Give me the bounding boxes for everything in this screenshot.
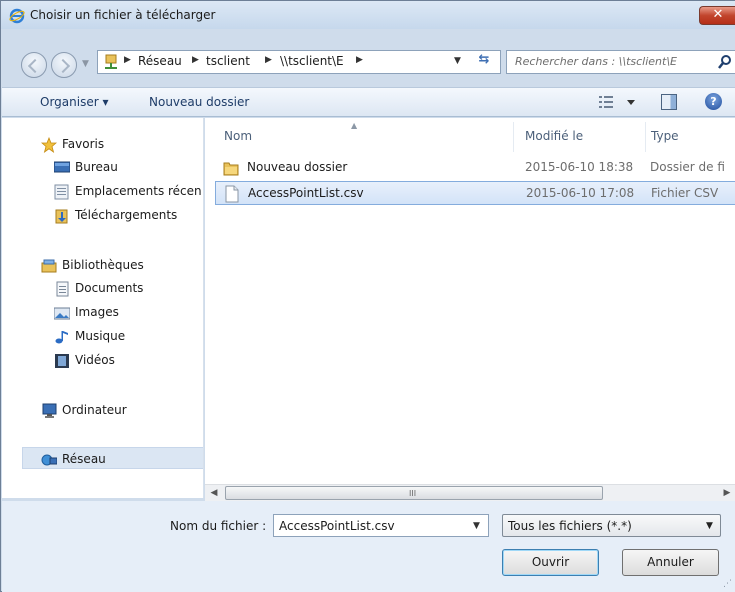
resize-grip-icon[interactable]: ⋰ [723, 579, 732, 589]
filter-value: Tous les fichiers (*.*) [508, 519, 632, 533]
refresh-icon[interactable]: ⇆ [471, 52, 497, 72]
title-bar: Choisir un fichier à télécharger ✕ [1, 1, 735, 29]
file-name: AccessPointList.csv [248, 186, 364, 200]
address-bar[interactable]: ▶ Réseau ▶ tsclient ▶ \\tsclient\E ▶ [97, 50, 501, 74]
scroll-left-arrow[interactable]: ◀ [207, 486, 221, 500]
network-icon [41, 454, 57, 466]
downloads-icon [55, 209, 68, 224]
file-name: Nouveau dossier [247, 160, 348, 174]
file-date: 2015-06-10 17:08 [526, 186, 635, 200]
file-icon [225, 185, 239, 203]
documents-icon [56, 281, 69, 297]
column-header-name[interactable]: Nom [224, 129, 252, 143]
file-dialog-window: Choisir un fichier à télécharger ✕ ▼ ▶ R… [0, 0, 735, 592]
horizontal-scrollbar[interactable]: ◀ III ▶ [205, 484, 735, 501]
file-type: Fichier CSV [651, 186, 719, 200]
open-button[interactable]: Ouvrir [502, 549, 599, 576]
chevron-down-icon: ▼ [706, 521, 713, 531]
table-row[interactable]: Nouveau dossier 2015-06-10 18:38 Dossier… [215, 156, 735, 180]
breadcrumb-reseau[interactable]: Réseau [138, 54, 182, 68]
file-date: 2015-06-10 18:38 [525, 160, 634, 174]
new-folder-button[interactable]: Nouveau dossier [149, 95, 249, 109]
forward-button[interactable] [51, 52, 77, 78]
scroll-thumb-grip: III [409, 489, 417, 498]
breadcrumb-separator[interactable]: ▶ [265, 55, 272, 65]
breadcrumb-separator[interactable]: ▶ [124, 55, 131, 65]
scroll-right-arrow[interactable]: ▶ [720, 486, 734, 500]
ie-icon [9, 8, 25, 24]
breadcrumb-share[interactable]: \\tsclient\E [280, 54, 344, 68]
file-type: Dossier de fi [650, 160, 725, 174]
sort-ascending-icon: ▲ [351, 121, 358, 130]
breadcrumb-separator[interactable]: ▶ [192, 55, 199, 65]
music-icon [55, 331, 68, 344]
address-dropdown[interactable]: ▼ [454, 56, 461, 66]
column-divider[interactable] [513, 122, 514, 152]
navigation-pane: Favoris Bureau Emplacements récen Téléch… [2, 118, 204, 498]
recent-pages-dropdown[interactable]: ▼ [82, 59, 89, 69]
images-icon [54, 307, 70, 320]
computer-icon [42, 403, 57, 418]
close-button[interactable]: ✕ [699, 6, 735, 25]
organize-button[interactable]: Organiser ▾ [40, 95, 108, 109]
back-button[interactable] [21, 52, 47, 78]
column-header-modified[interactable]: Modifié le [525, 129, 583, 143]
folder-icon [223, 162, 239, 176]
search-icon[interactable] [717, 54, 733, 70]
table-row-selected[interactable]: AccessPointList.csv 2015-06-10 17:08 Fic… [215, 181, 735, 205]
column-divider[interactable] [645, 122, 646, 152]
filename-label: Nom du fichier : [170, 519, 267, 533]
scroll-thumb[interactable]: III [225, 486, 603, 500]
search-placeholder: Rechercher dans : \\tsclient\E [515, 55, 677, 68]
network-location-icon [105, 54, 117, 69]
help-icon[interactable]: ? [705, 93, 722, 110]
breadcrumb-tsclient[interactable]: tsclient [206, 54, 250, 68]
chevron-down-icon[interactable]: ▼ [473, 521, 480, 531]
view-options-icon[interactable] [597, 94, 639, 110]
recent-places-icon [54, 184, 69, 200]
file-type-filter[interactable]: Tous les fichiers (*.*) ▼ [502, 514, 721, 537]
filename-value: AccessPointList.csv [279, 519, 395, 533]
search-input[interactable]: Rechercher dans : \\tsclient\E [506, 50, 735, 74]
preview-pane-icon[interactable] [661, 94, 677, 110]
column-header-type[interactable]: Type [651, 129, 679, 143]
file-list: Nom ▲ Modifié le Type Nouveau dossier 20… [205, 118, 735, 484]
filename-field[interactable]: AccessPointList.csv ▼ [273, 514, 489, 537]
cancel-button[interactable]: Annuler [622, 549, 719, 576]
libraries-icon [41, 259, 57, 273]
desktop-icon [54, 161, 70, 173]
window-title: Choisir un fichier à télécharger [30, 8, 216, 22]
breadcrumb-separator[interactable]: ▶ [356, 55, 363, 65]
videos-icon [55, 354, 69, 368]
star-icon [41, 137, 57, 153]
